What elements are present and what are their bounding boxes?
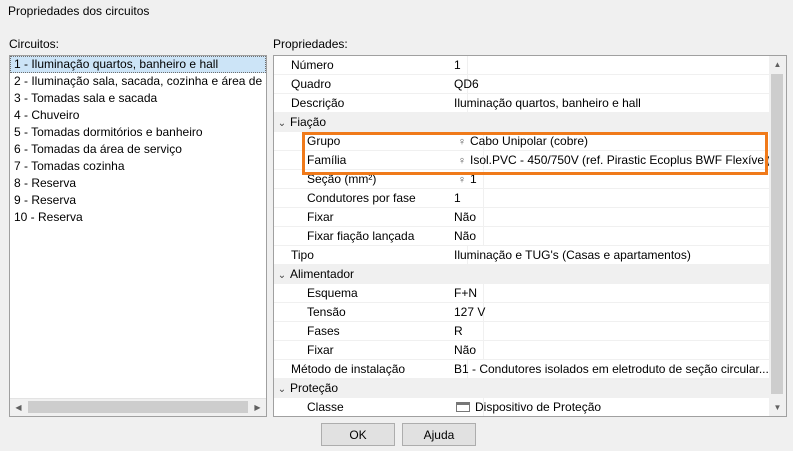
property-row[interactable]: Número 1: [274, 56, 770, 75]
scroll-left-icon[interactable]: ◀: [10, 399, 27, 416]
list-item[interactable]: 2 - Iluminação sala, sacada, cozinha e á…: [10, 73, 266, 90]
circuits-label: Circuitos:: [9, 37, 60, 51]
properties-label: Propriedades:: [273, 37, 348, 51]
property-name: Número: [274, 56, 468, 74]
properties-rows: Número 1 Quadro QD6 Descrição Iluminação quar…: [274, 56, 770, 416]
property-row[interactable]: Fixar fiação lançada Não: [274, 227, 770, 246]
property-value-cell[interactable]: 1: [451, 56, 770, 74]
category-label: Alimentador: [290, 267, 355, 281]
property-value-cell[interactable]: ♀ Cabo Unipolar (cobre): [451, 132, 770, 150]
list-item[interactable]: 7 - Tomadas cozinha: [10, 158, 266, 175]
property-value: B1 - Condutores isolados em eletroduto d…: [454, 362, 769, 376]
property-value: Isol.PVC - 450/750V (ref. Pirastic Ecopl…: [470, 153, 770, 167]
list-item[interactable]: 9 - Reserva: [10, 192, 266, 209]
list-item[interactable]: 6 - Tomadas da área de serviço: [10, 141, 266, 158]
chevron-down-icon[interactable]: ⌄: [274, 266, 290, 283]
property-row[interactable]: Classe Dispositivo de Proteção: [274, 398, 770, 416]
property-value-cell[interactable]: 1: [451, 189, 770, 207]
property-row[interactable]: Tipo Iluminação e TUG's (Casas e apartame…: [274, 246, 770, 265]
folder-icon: [456, 402, 470, 412]
properties-grid[interactable]: Número 1 Quadro QD6 Descrição Iluminação quar…: [273, 55, 787, 417]
scroll-up-icon[interactable]: ▲: [769, 56, 786, 73]
list-item[interactable]: 4 - Chuveiro: [10, 107, 266, 124]
scroll-right-icon[interactable]: ▶: [249, 399, 266, 416]
property-value: 127 V: [454, 305, 486, 319]
property-value-cell[interactable]: B1 - Condutores isolados em eletroduto d…: [451, 360, 770, 378]
property-value: Iluminação e TUG's (Casas e apartamentos…: [454, 248, 691, 262]
scrollbar-thumb[interactable]: [771, 74, 783, 394]
chevron-down-icon[interactable]: ⌄: [274, 380, 290, 397]
property-value: 1: [454, 58, 461, 72]
property-value-cell[interactable]: ♀ 1: [451, 170, 770, 188]
property-value: Dispositivo de Proteção: [475, 400, 602, 414]
help-button[interactable]: Ajuda: [402, 423, 476, 446]
category-label: Fiação: [290, 115, 327, 129]
property-name: Quadro: [274, 75, 468, 93]
property-value-cell[interactable]: Iluminação quartos, banheiro e hall: [451, 94, 770, 112]
property-name: Descrição: [274, 94, 468, 112]
property-row[interactable]: Família ♀ Isol.PVC - 450/750V (ref. Pirast…: [274, 151, 770, 170]
properties-vertical-scrollbar[interactable]: ▲ ▼: [769, 56, 786, 416]
lightbulb-icon: ♀: [457, 136, 467, 148]
property-row[interactable]: Grupo ♀ Cabo Unipolar (cobre): [274, 132, 770, 151]
circuits-list[interactable]: 1 - Iluminação quartos, banheiro e hall 2…: [9, 55, 267, 417]
property-value: R: [454, 324, 463, 338]
property-row[interactable]: Tensão 127 V: [274, 303, 770, 322]
category-row[interactable]: ⌄ Fiação: [274, 113, 770, 132]
property-value: Não: [454, 343, 477, 357]
scroll-down-icon[interactable]: ▼: [769, 399, 786, 416]
property-value: Não: [454, 229, 477, 243]
property-row[interactable]: Esquema F+N: [274, 284, 770, 303]
property-value-cell[interactable]: Não: [451, 227, 770, 245]
property-row[interactable]: Seção (mm²) ♀ 1: [274, 170, 770, 189]
property-value-cell[interactable]: Não: [451, 341, 770, 359]
window-title: Propriedades dos circuitos: [8, 4, 150, 18]
category-label: Proteção: [290, 381, 339, 395]
property-row[interactable]: Quadro QD6: [274, 75, 770, 94]
chevron-down-icon[interactable]: ⌄: [274, 114, 290, 131]
property-value: Iluminação quartos, banheiro e hall: [454, 96, 641, 110]
property-value-cell[interactable]: ♀ Isol.PVC - 450/750V (ref. Pirastic Ecop…: [451, 151, 770, 169]
property-row[interactable]: Método de instalação B1 - Condutores isol…: [274, 360, 770, 379]
property-value-cell[interactable]: R: [451, 322, 770, 340]
property-value-cell[interactable]: Iluminação e TUG's (Casas e apartamentos…: [451, 246, 770, 264]
list-item[interactable]: 3 - Tomadas sala e sacada: [10, 90, 266, 107]
circuits-horizontal-scrollbar[interactable]: ◀ ▶: [10, 398, 266, 416]
property-row[interactable]: Fixar Não: [274, 208, 770, 227]
category-row[interactable]: ⌄ Proteção: [274, 379, 770, 398]
list-item[interactable]: 5 - Tomadas dormitórios e banheiro: [10, 124, 266, 141]
property-value-cell[interactable]: F+N: [451, 284, 770, 302]
property-value: 1: [454, 191, 461, 205]
list-item[interactable]: 8 - Reserva: [10, 175, 266, 192]
property-row[interactable]: Descrição Iluminação quartos, banheiro e …: [274, 94, 770, 113]
property-row[interactable]: Fases R: [274, 322, 770, 341]
lightbulb-icon: ♀: [457, 155, 467, 167]
property-value-cell[interactable]: Dispositivo de Proteção: [451, 398, 770, 416]
property-value-cell[interactable]: Não: [451, 208, 770, 226]
property-row[interactable]: Fixar Não: [274, 341, 770, 360]
property-value: F+N: [454, 286, 478, 300]
category-row[interactable]: ⌄ Alimentador: [274, 265, 770, 284]
property-value: 1: [470, 172, 477, 186]
list-item[interactable]: 1 - Iluminação quartos, banheiro e hall: [10, 56, 266, 73]
property-value-cell[interactable]: QD6: [451, 75, 770, 93]
property-value: Cabo Unipolar (cobre): [470, 134, 589, 148]
property-row[interactable]: Condutores por fase 1: [274, 189, 770, 208]
ok-button[interactable]: OK: [321, 423, 395, 446]
list-item[interactable]: 10 - Reserva: [10, 209, 266, 226]
property-value-cell[interactable]: 127 V: [451, 303, 770, 321]
lightbulb-icon: ♀: [457, 174, 467, 186]
property-value: QD6: [454, 77, 479, 91]
property-name: Método de instalação: [274, 360, 468, 378]
circuits-list-items: 1 - Iluminação quartos, banheiro e hall 2…: [10, 56, 266, 398]
property-name: Tipo: [274, 246, 468, 264]
scrollbar-thumb[interactable]: [28, 401, 248, 413]
property-value: Não: [454, 210, 477, 224]
